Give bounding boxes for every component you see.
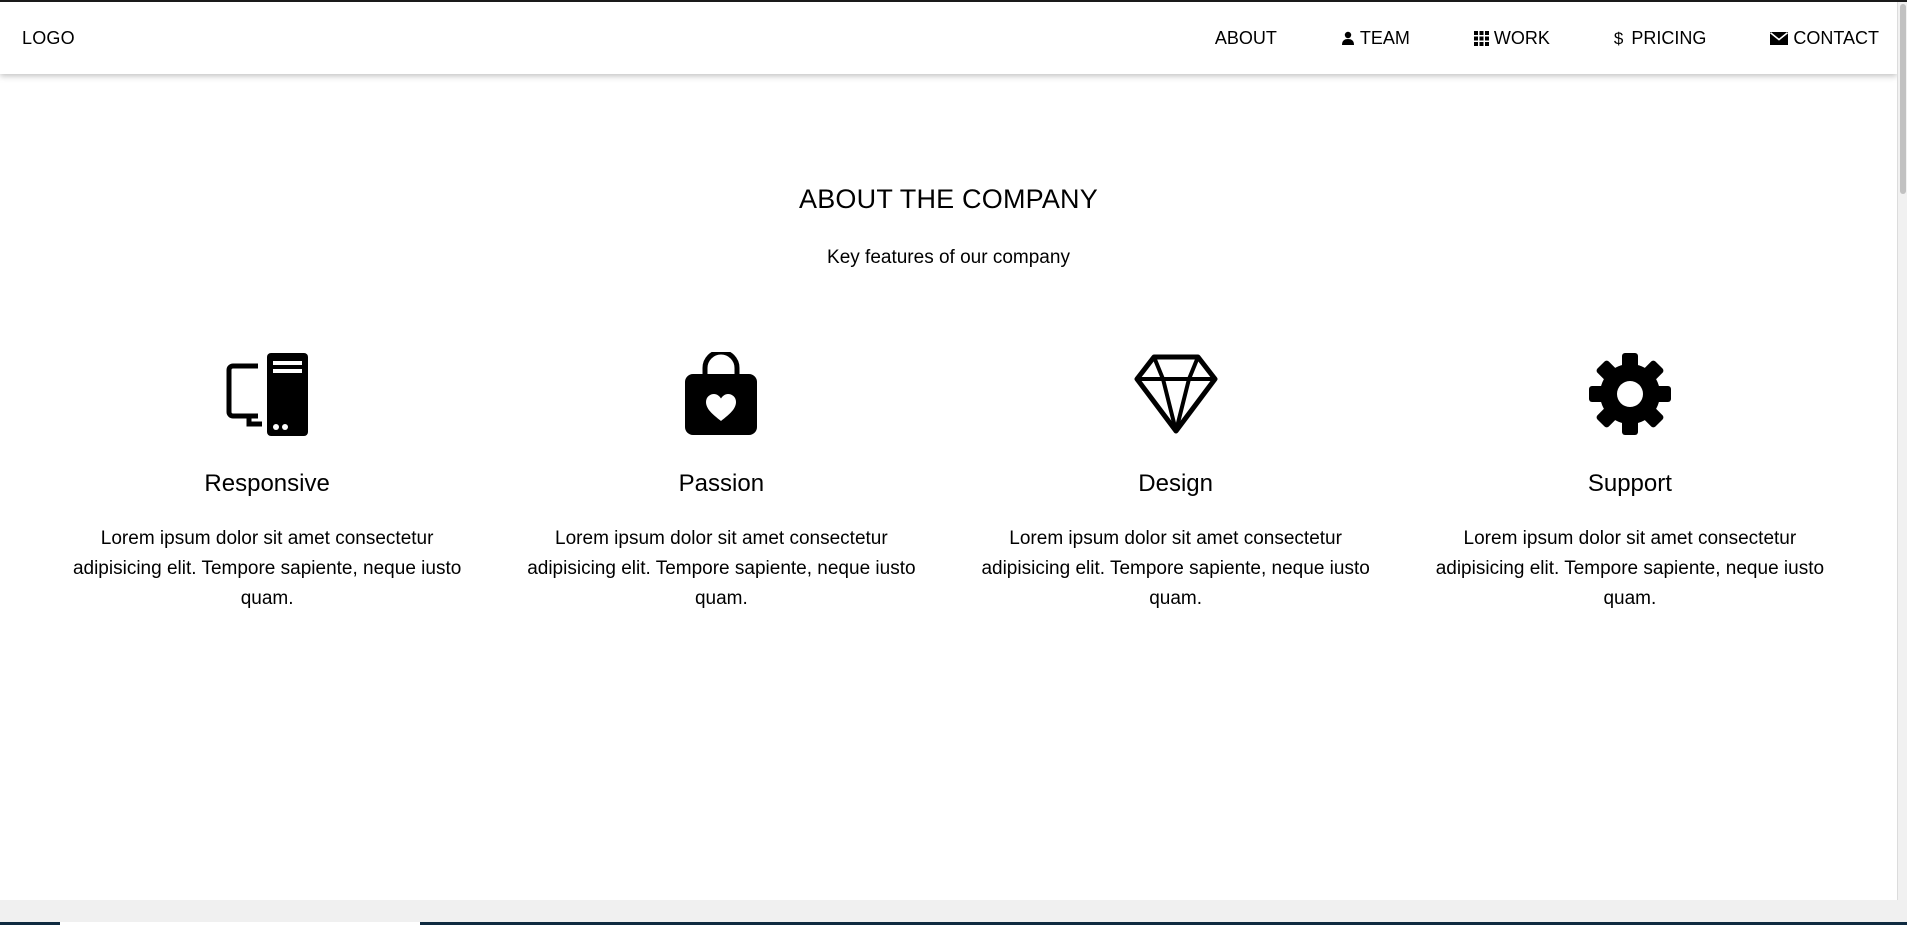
feature-text: Lorem ipsum dolor sit amet consectetur a… bbox=[981, 528, 1370, 609]
features-row: Responsive Lorem ipsum dolor sit amet co… bbox=[40, 352, 1857, 614]
dollar-icon: $ bbox=[1613, 28, 1624, 48]
feature-text: Lorem ipsum dolor sit amet consectetur a… bbox=[72, 528, 462, 609]
section-subtitle: Key features of our company bbox=[827, 247, 1070, 268]
feature-card: Design Lorem ipsum dolor sit amet consec… bbox=[949, 352, 1403, 614]
feature-title: Support bbox=[1587, 470, 1672, 497]
feature-text: Lorem ipsum dolor sit amet consectetur a… bbox=[527, 528, 916, 609]
nav-item-label: WORK bbox=[1493, 27, 1550, 48]
nav-item-team[interactable]: TEAM bbox=[1341, 28, 1410, 49]
diamond-icon bbox=[949, 352, 1403, 436]
gear-icon bbox=[1403, 352, 1857, 436]
page: LOGO ABOUT TEAM WORK $ PRICING CONTACT A… bbox=[0, 2, 1897, 900]
nav-item-pricing[interactable]: $ PRICING bbox=[1614, 28, 1706, 49]
feature-title: Responsive bbox=[204, 470, 330, 497]
envelope-icon bbox=[1770, 31, 1789, 45]
shopping-bag-heart-icon bbox=[494, 352, 948, 436]
nav-item-work[interactable]: WORK bbox=[1473, 27, 1550, 49]
user-icon bbox=[1341, 31, 1355, 45]
section-title: ABOUT THE COMPANY bbox=[799, 184, 1098, 214]
feature-card: Support Lorem ipsum dolor sit amet conse… bbox=[1403, 352, 1857, 614]
vertical-scrollbar[interactable] bbox=[1897, 2, 1907, 900]
grid-icon bbox=[1473, 30, 1489, 46]
feature-card: Passion Lorem ipsum dolor sit amet conse… bbox=[494, 352, 948, 614]
feature-title: Passion bbox=[678, 470, 765, 497]
nav-item-label: TEAM bbox=[1359, 27, 1410, 48]
feature-text: Lorem ipsum dolor sit amet consectetur a… bbox=[1435, 528, 1825, 609]
nav-item-label: PRICING bbox=[1631, 27, 1707, 48]
nav-links: ABOUT TEAM WORK $ PRICING CONTACT bbox=[1215, 2, 1879, 74]
navbar: LOGO ABOUT TEAM WORK $ PRICING CONTACT bbox=[0, 2, 1897, 74]
desktop-icon bbox=[40, 352, 494, 436]
feature-title: Design bbox=[1138, 470, 1213, 497]
feature-card: Responsive Lorem ipsum dolor sit amet co… bbox=[40, 352, 494, 614]
logo-link[interactable]: LOGO bbox=[22, 2, 75, 74]
nav-item-about[interactable]: ABOUT bbox=[1215, 28, 1277, 49]
scrollbar-thumb[interactable] bbox=[1900, 4, 1906, 194]
nav-item-label: ABOUT bbox=[1214, 27, 1277, 48]
nav-item-contact[interactable]: CONTACT bbox=[1770, 28, 1879, 49]
nav-item-label: CONTACT bbox=[1793, 27, 1879, 48]
